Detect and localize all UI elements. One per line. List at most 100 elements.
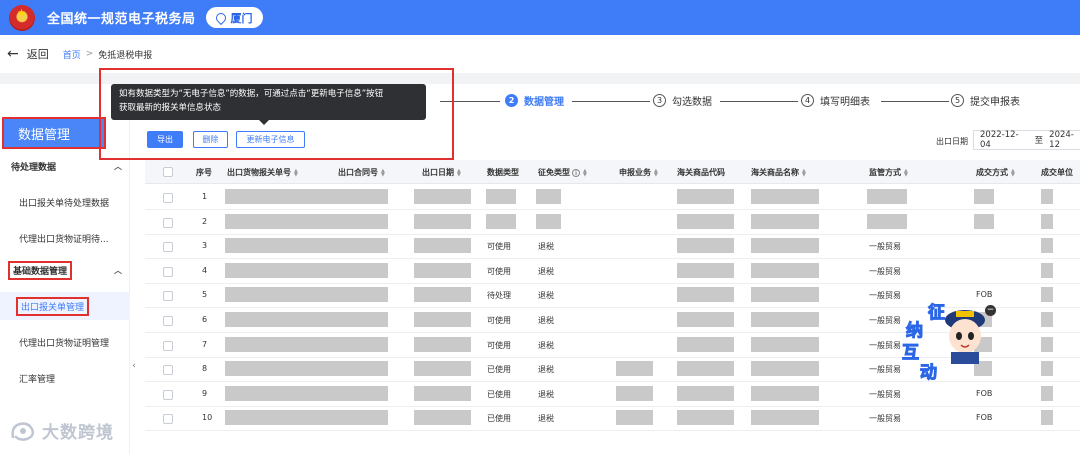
sidebar-item-agency-cert-management[interactable]: 代理出口货物证明管理 <box>0 328 130 356</box>
export-date-range-picker[interactable]: 2022-12-04 至 2024-12 <box>973 130 1080 150</box>
sidebar-group-label: 基础数据管理 <box>7 260 73 280</box>
table-row[interactable]: 9 已使用 退税 一般贸易 FOB <box>145 382 1080 407</box>
row-checkbox[interactable] <box>163 365 173 376</box>
table-row[interactable]: 1 <box>145 185 1080 210</box>
col-export-date[interactable]: 出口日期 ▲ ▼ <box>422 167 461 178</box>
redacted-block <box>867 189 907 204</box>
cell-data-type: 已使用 <box>487 365 511 375</box>
redacted-block <box>536 189 561 204</box>
col-declaration-no[interactable]: 出口货物报关单号 ▲ ▼ <box>227 167 298 178</box>
redacted-block <box>414 213 471 229</box>
sort-icon[interactable]: ▲ ▼ <box>381 168 385 177</box>
sort-icon[interactable]: ▲ ▼ <box>583 168 587 177</box>
cell-seq: 5 <box>202 290 208 300</box>
cell-exempt-type: 退税 <box>538 414 554 424</box>
row-checkbox[interactable] <box>163 193 173 203</box>
redacted-block <box>338 189 388 204</box>
step-label: 提交申报表 <box>970 97 1020 108</box>
minus-circle-icon[interactable]: − <box>985 305 996 316</box>
table-row[interactable]: 4 可使用 退税 一般贸易 <box>145 259 1080 284</box>
col-declare-business[interactable]: 申报业务 ▲ ▼ <box>619 167 658 178</box>
cell-data-type: 可使用 <box>487 242 511 252</box>
sort-icon[interactable]: ▲ ▼ <box>457 168 461 177</box>
cell-data-type: 可使用 <box>487 266 511 276</box>
table-row[interactable]: 10 已使用 退税 一般贸易 FOB <box>145 406 1080 432</box>
row-checkbox[interactable] <box>163 217 173 228</box>
breadcrumb-separator: > <box>85 49 94 59</box>
breadcrumb-home[interactable]: 首页 <box>63 48 81 61</box>
col-hs-code: 海关商品代码 <box>677 168 725 177</box>
col-supervision[interactable]: 监管方式 ▲ ▼ <box>869 167 908 178</box>
cell-supervision: 一般贸易 <box>869 389 901 399</box>
sidebar-item-declaration-management[interactable]: 出口报关单管理 <box>0 292 130 320</box>
redacted-block <box>414 385 471 401</box>
step-fill-details[interactable]: 4 填写明细表 <box>801 93 870 108</box>
info-icon[interactable]: i <box>572 168 580 177</box>
row-checkbox[interactable] <box>163 242 173 253</box>
redacted-block <box>1041 262 1053 278</box>
sort-icon[interactable]: ▲ ▼ <box>294 168 298 177</box>
back-arrow-icon[interactable]: ← <box>7 46 19 62</box>
col-exempt-type[interactable]: 征免类型 i ▲ ▼ <box>538 167 587 178</box>
step-number: 3 <box>653 94 666 107</box>
row-checkbox[interactable] <box>163 340 173 351</box>
cell-exempt-type: 退税 <box>538 266 554 276</box>
row-checkbox[interactable] <box>163 266 173 277</box>
step-connector <box>881 101 949 102</box>
step-data-management[interactable]: 2 数据管理 <box>505 93 564 108</box>
redacted-block <box>338 213 388 229</box>
redacted-block <box>751 312 819 327</box>
cell-seq: 8 <box>202 364 208 374</box>
redacted-block <box>677 189 734 204</box>
sort-icon[interactable]: ▲ ▼ <box>1011 168 1015 177</box>
sidebar-item-label: 代理出口货物证明管理 <box>19 338 110 349</box>
sidebar-group-basic-data[interactable]: 基础数据管理 ︿ <box>0 257 130 283</box>
chevron-up-icon: ︿ <box>114 162 122 171</box>
row-checkbox[interactable] <box>163 414 173 425</box>
cell-supervision: 一般贸易 <box>869 291 901 301</box>
sort-icon[interactable]: ▲ ▼ <box>654 168 658 177</box>
cell-exempt-type: 退税 <box>538 389 554 399</box>
sidebar-item-pending-declarations[interactable]: 出口报关单待处理数据 <box>0 188 130 216</box>
cell-supervision: 一般贸易 <box>869 242 901 252</box>
redacted-block <box>751 262 819 278</box>
assistant-mascot[interactable]: 征 纳 互 动 <box>898 296 998 384</box>
redacted-block <box>414 410 471 426</box>
sort-icon[interactable]: ▲ ▼ <box>802 168 806 177</box>
sidebar-item-exchange-rate[interactable]: 汇率管理 <box>0 364 130 392</box>
mascot-char: 动 <box>920 363 938 384</box>
row-checkbox[interactable] <box>163 291 173 302</box>
table-row[interactable]: 2 <box>145 210 1080 235</box>
sort-icon[interactable]: ▲ ▼ <box>904 168 908 177</box>
city-selector[interactable]: 厦门 <box>205 7 263 28</box>
back-link[interactable]: 返回 <box>27 46 49 62</box>
redacted-block <box>867 213 907 229</box>
redacted-block <box>338 410 388 426</box>
cell-data-type: 待处理 <box>487 291 511 301</box>
cell-seq: 3 <box>202 241 208 251</box>
step-select-data[interactable]: 3 勾选数据 <box>653 93 712 108</box>
sidebar-item-label: 出口报关单管理 <box>15 296 90 316</box>
cell-exempt-type: 退税 <box>538 316 554 325</box>
table-row[interactable]: 3 可使用 退税 一般贸易 <box>145 234 1080 260</box>
redacted-block <box>1041 336 1053 352</box>
cell-data-type: 已使用 <box>487 414 511 424</box>
select-all-checkbox[interactable] <box>163 167 173 177</box>
redacted-block <box>1041 213 1053 229</box>
step-connector <box>572 101 650 102</box>
export-date-label: 出口日期 <box>936 137 968 146</box>
col-contract-no[interactable]: 出口合同号 ▲ ▼ <box>338 167 385 178</box>
highlight-frame <box>99 68 454 160</box>
col-deal-method[interactable]: 成交方式 ▲ ▼ <box>976 167 1015 178</box>
col-goods-name[interactable]: 海关商品名称 ▲ ▼ <box>751 167 806 178</box>
sidebar-collapse-icon[interactable]: ‹ <box>130 354 138 378</box>
sidebar-item-pending-agency-certs[interactable]: 代理出口货物证明待... <box>0 224 130 252</box>
cell-exempt-type: 退税 <box>538 291 554 301</box>
redacted-block <box>677 336 734 352</box>
redacted-block <box>414 287 471 303</box>
row-checkbox[interactable] <box>163 389 173 400</box>
step-submit-report[interactable]: 5 提交申报表 <box>951 93 1020 108</box>
cell-deal-method: FOB <box>976 388 993 398</box>
redacted-block <box>486 189 516 204</box>
row-checkbox[interactable] <box>163 316 173 326</box>
